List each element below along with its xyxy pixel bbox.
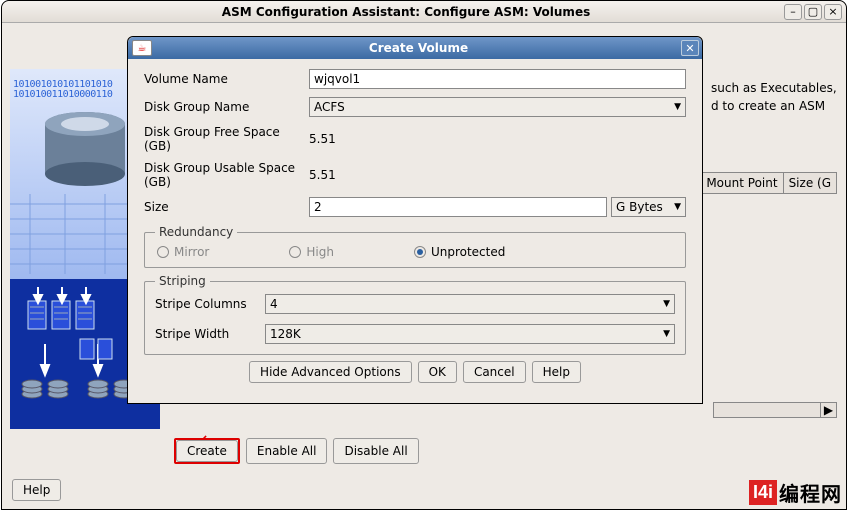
- redundancy-unprotected-radio[interactable]: Unprotected: [414, 245, 505, 259]
- col-size[interactable]: Size (G: [783, 173, 836, 193]
- size-input[interactable]: [309, 197, 607, 217]
- col-mount-point[interactable]: Mount Point: [701, 173, 782, 193]
- chevron-down-icon: ▼: [663, 329, 670, 339]
- dialog-close-button[interactable]: ✕: [681, 40, 699, 56]
- dialog-title: Create Volume: [156, 41, 681, 55]
- main-content: 101001010101101010 101010011010000110: [2, 24, 846, 509]
- create-highlight: Create: [174, 438, 240, 464]
- watermark-logo: I4i: [749, 480, 777, 505]
- dialog-help-button[interactable]: Help: [532, 361, 581, 383]
- disable-all-button[interactable]: Disable All: [333, 438, 418, 464]
- ok-button[interactable]: OK: [418, 361, 457, 383]
- minimize-button[interactable]: –: [784, 4, 802, 20]
- redundancy-mirror-radio: Mirror: [157, 245, 209, 259]
- dialog-title-bar: ☕ Create Volume ✕: [128, 37, 702, 59]
- main-title-bar: ASM Configuration Assistant: Configure A…: [2, 1, 846, 23]
- striping-legend: Striping: [155, 274, 210, 288]
- usable-space-value: 5.51: [309, 166, 686, 184]
- info-text-fragment: such as Executables, d to create an ASM: [711, 79, 839, 115]
- size-label: Size: [144, 200, 309, 214]
- watermark-text: 编程网: [779, 478, 842, 507]
- redundancy-legend: Redundancy: [155, 225, 237, 239]
- java-icon: ☕: [132, 40, 152, 56]
- volume-name-label: Volume Name: [144, 72, 309, 86]
- stripe-columns-label: Stripe Columns: [155, 297, 265, 311]
- size-unit-select[interactable]: G Bytes▼: [611, 197, 686, 217]
- table-header-fragment: Mount Point Size (G: [700, 172, 837, 194]
- stripe-width-select[interactable]: 128K▼: [265, 324, 675, 344]
- usable-space-label: Disk Group Usable Space (GB): [144, 161, 309, 189]
- volume-name-input[interactable]: [309, 69, 686, 89]
- disk-group-name-select[interactable]: ACFS▼: [309, 97, 686, 117]
- create-button[interactable]: Create: [176, 440, 238, 462]
- help-button[interactable]: Help: [12, 479, 61, 501]
- scroll-right-icon[interactable]: ▶: [820, 403, 836, 417]
- striping-group: Striping Stripe Columns 4▼ Stripe Width …: [144, 274, 686, 355]
- maximize-button[interactable]: ▢: [804, 4, 822, 20]
- free-space-label: Disk Group Free Space (GB): [144, 125, 309, 153]
- main-window: ASM Configuration Assistant: Configure A…: [1, 0, 847, 510]
- h-scrollbar-fragment[interactable]: ▶: [713, 402, 837, 418]
- close-button[interactable]: ×: [824, 4, 842, 20]
- redundancy-group: Redundancy Mirror High Unprotected: [144, 225, 686, 268]
- chevron-down-icon: ▼: [674, 202, 681, 212]
- chevron-down-icon: ▼: [674, 102, 681, 112]
- stripe-columns-select[interactable]: 4▼: [265, 294, 675, 314]
- create-volume-dialog: ☕ Create Volume ✕ Volume Name Disk Group…: [127, 36, 703, 404]
- stripe-width-label: Stripe Width: [155, 327, 265, 341]
- cancel-button[interactable]: Cancel: [463, 361, 526, 383]
- redundancy-high-radio: High: [289, 245, 334, 259]
- hide-advanced-button[interactable]: Hide Advanced Options: [249, 361, 412, 383]
- free-space-value: 5.51: [309, 130, 686, 148]
- watermark: I4i 编程网: [749, 478, 842, 507]
- disk-group-name-label: Disk Group Name: [144, 100, 309, 114]
- chevron-down-icon: ▼: [663, 299, 670, 309]
- main-window-title: ASM Configuration Assistant: Configure A…: [28, 5, 784, 19]
- enable-all-button[interactable]: Enable All: [246, 438, 328, 464]
- svg-text:101010011010000110: 101010011010000110: [13, 89, 113, 100]
